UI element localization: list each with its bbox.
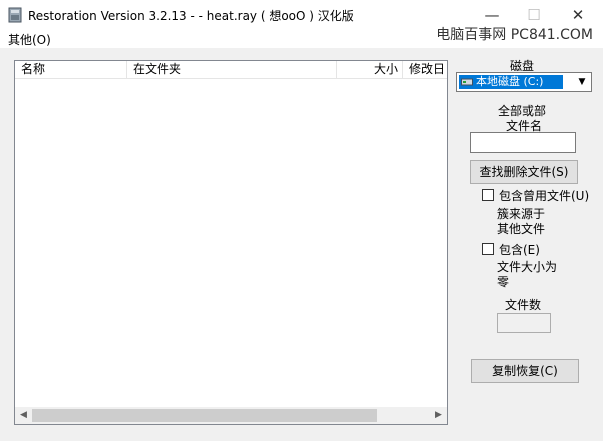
scroll-left-icon[interactable]: ◀: [15, 407, 32, 424]
column-header-modified[interactable]: 修改日: [403, 61, 447, 78]
chevron-down-icon[interactable]: ▼: [575, 75, 589, 89]
file-count-value: [497, 313, 551, 333]
restoration-app-icon: [8, 7, 22, 23]
include-used-sub2: 其他文件: [497, 222, 546, 236]
watermark: 电脑百事网 PC841.COM: [436, 27, 593, 43]
column-header-name[interactable]: 名称: [15, 61, 127, 78]
hard-drive-icon: [461, 78, 473, 86]
horizontal-scrollbar[interactable]: ◀ ▶: [15, 407, 447, 424]
column-header-size[interactable]: 大小: [337, 61, 403, 78]
file-list[interactable]: 名称 在文件夹 大小 修改日 ◀ ▶: [14, 60, 448, 425]
scroll-thumb[interactable]: [32, 409, 377, 422]
include-zero-label[interactable]: 包含(E): [499, 241, 540, 258]
search-deleted-files-button[interactable]: 查找删除文件(S): [470, 160, 578, 184]
include-used-checkbox[interactable]: [482, 189, 494, 201]
copy-restore-button[interactable]: 复制恢复(C): [471, 359, 579, 383]
window-title: Restoration Version 3.2.13 - - heat.ray …: [28, 9, 354, 23]
column-header-folder[interactable]: 在文件夹: [127, 61, 337, 78]
include-used-label[interactable]: 包含曾用文件(U): [499, 187, 589, 204]
menu-other[interactable]: 其他(O): [8, 31, 51, 48]
include-zero-sub2: 零: [497, 275, 510, 289]
drive-selected: 本地磁盘 (C:): [459, 75, 563, 89]
include-zero-checkbox[interactable]: [482, 243, 494, 255]
drive-select[interactable]: 本地磁盘 (C:) ▼: [456, 72, 592, 92]
scroll-right-icon[interactable]: ▶: [430, 407, 447, 424]
file-count-label: 文件数: [505, 298, 542, 312]
filename-input[interactable]: [470, 132, 576, 153]
list-header: 名称 在文件夹 大小 修改日: [15, 61, 447, 79]
